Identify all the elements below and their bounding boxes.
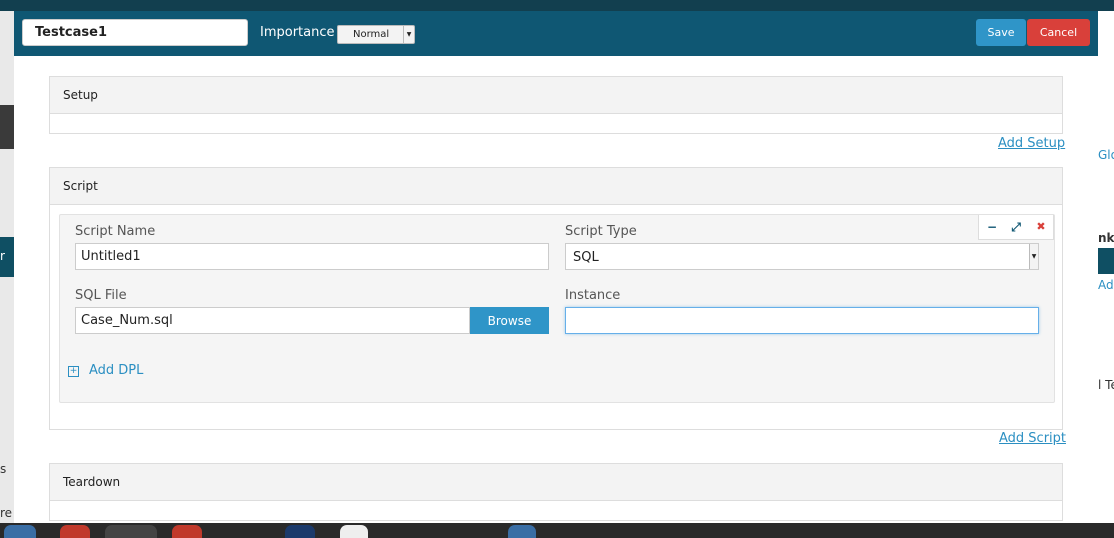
minimize-icon[interactable]: − <box>984 219 1000 235</box>
taskbar-app-icon[interactable] <box>172 525 202 538</box>
taskbar-app-icon[interactable] <box>340 525 368 538</box>
add-dpl-button[interactable]: + Add DPL <box>68 363 143 378</box>
background-fragment-right-2: nk <box>1098 231 1114 245</box>
script-card-toolbar: − ⤢ ✖ <box>978 215 1054 240</box>
setup-panel-header: Setup <box>50 77 1062 114</box>
script-panel: Script − ⤢ ✖ Script Name Script Type SQL… <box>49 167 1063 430</box>
background-fragment-right-3: Add <box>1098 278 1114 292</box>
instance-input[interactable] <box>565 307 1039 334</box>
cancel-button[interactable]: Cancel <box>1027 19 1090 46</box>
teardown-panel-title: Teardown <box>63 475 121 489</box>
taskbar-app-icon[interactable] <box>4 525 36 538</box>
script-type-value: SQL <box>573 250 599 265</box>
taskbar-app-icon[interactable] <box>285 525 315 538</box>
taskbar-app-icon[interactable] <box>60 525 90 538</box>
testcase-name-input[interactable] <box>22 19 248 46</box>
taskbar-app-icon[interactable] <box>508 525 536 538</box>
script-panel-header: Script <box>50 168 1062 205</box>
background-topbar <box>0 0 1114 11</box>
teardown-panel-header: Teardown <box>50 464 1062 501</box>
script-name-input[interactable] <box>75 243 549 270</box>
expand-icon[interactable]: ⤢ <box>1008 219 1024 235</box>
sql-file-label: SQL File <box>75 288 127 303</box>
chevron-down-icon: ▼ <box>1029 244 1038 269</box>
teardown-panel: Teardown <box>49 463 1063 521</box>
close-icon[interactable]: ✖ <box>1033 219 1049 235</box>
script-panel-title: Script <box>63 179 98 193</box>
sql-file-input[interactable] <box>75 307 470 334</box>
importance-label: Importance <box>260 25 335 40</box>
taskbar <box>0 523 1114 538</box>
background-fragment-left-1: r <box>0 249 5 263</box>
testcase-editor-modal: Importance Normal ▼ Save Cancel Setup Ad… <box>14 11 1098 523</box>
script-type-select[interactable]: SQL ▼ <box>565 243 1039 270</box>
taskbar-app-icon[interactable] <box>105 525 157 538</box>
importance-select-value: Normal <box>353 29 390 40</box>
add-dpl-label: Add DPL <box>89 363 144 378</box>
chevron-down-icon: ▼ <box>403 26 414 43</box>
plus-square-icon: + <box>68 366 79 377</box>
save-button[interactable]: Save <box>976 19 1026 46</box>
background-fragment-left-2: s <box>0 462 7 476</box>
background-fragment-right-1: Glo <box>1098 148 1114 162</box>
script-card: − ⤢ ✖ Script Name Script Type SQL ▼ SQL … <box>59 214 1055 403</box>
background-fragment-left-3: re <box>0 506 13 520</box>
background-left-dark-block <box>0 105 14 149</box>
setup-panel-title: Setup <box>63 88 98 102</box>
background-right-teal-block <box>1098 248 1114 274</box>
instance-label: Instance <box>565 288 621 303</box>
importance-select[interactable]: Normal ▼ <box>337 25 415 44</box>
script-name-label: Script Name <box>75 224 156 239</box>
background-fragment-right-4: l Te <box>1098 378 1114 392</box>
add-script-link[interactable]: Add Script <box>999 431 1066 446</box>
setup-panel: Setup <box>49 76 1063 134</box>
modal-header: Importance Normal ▼ Save Cancel <box>14 11 1098 56</box>
browse-button[interactable]: Browse <box>470 307 549 334</box>
add-setup-link[interactable]: Add Setup <box>998 136 1065 151</box>
script-type-label: Script Type <box>565 224 637 239</box>
